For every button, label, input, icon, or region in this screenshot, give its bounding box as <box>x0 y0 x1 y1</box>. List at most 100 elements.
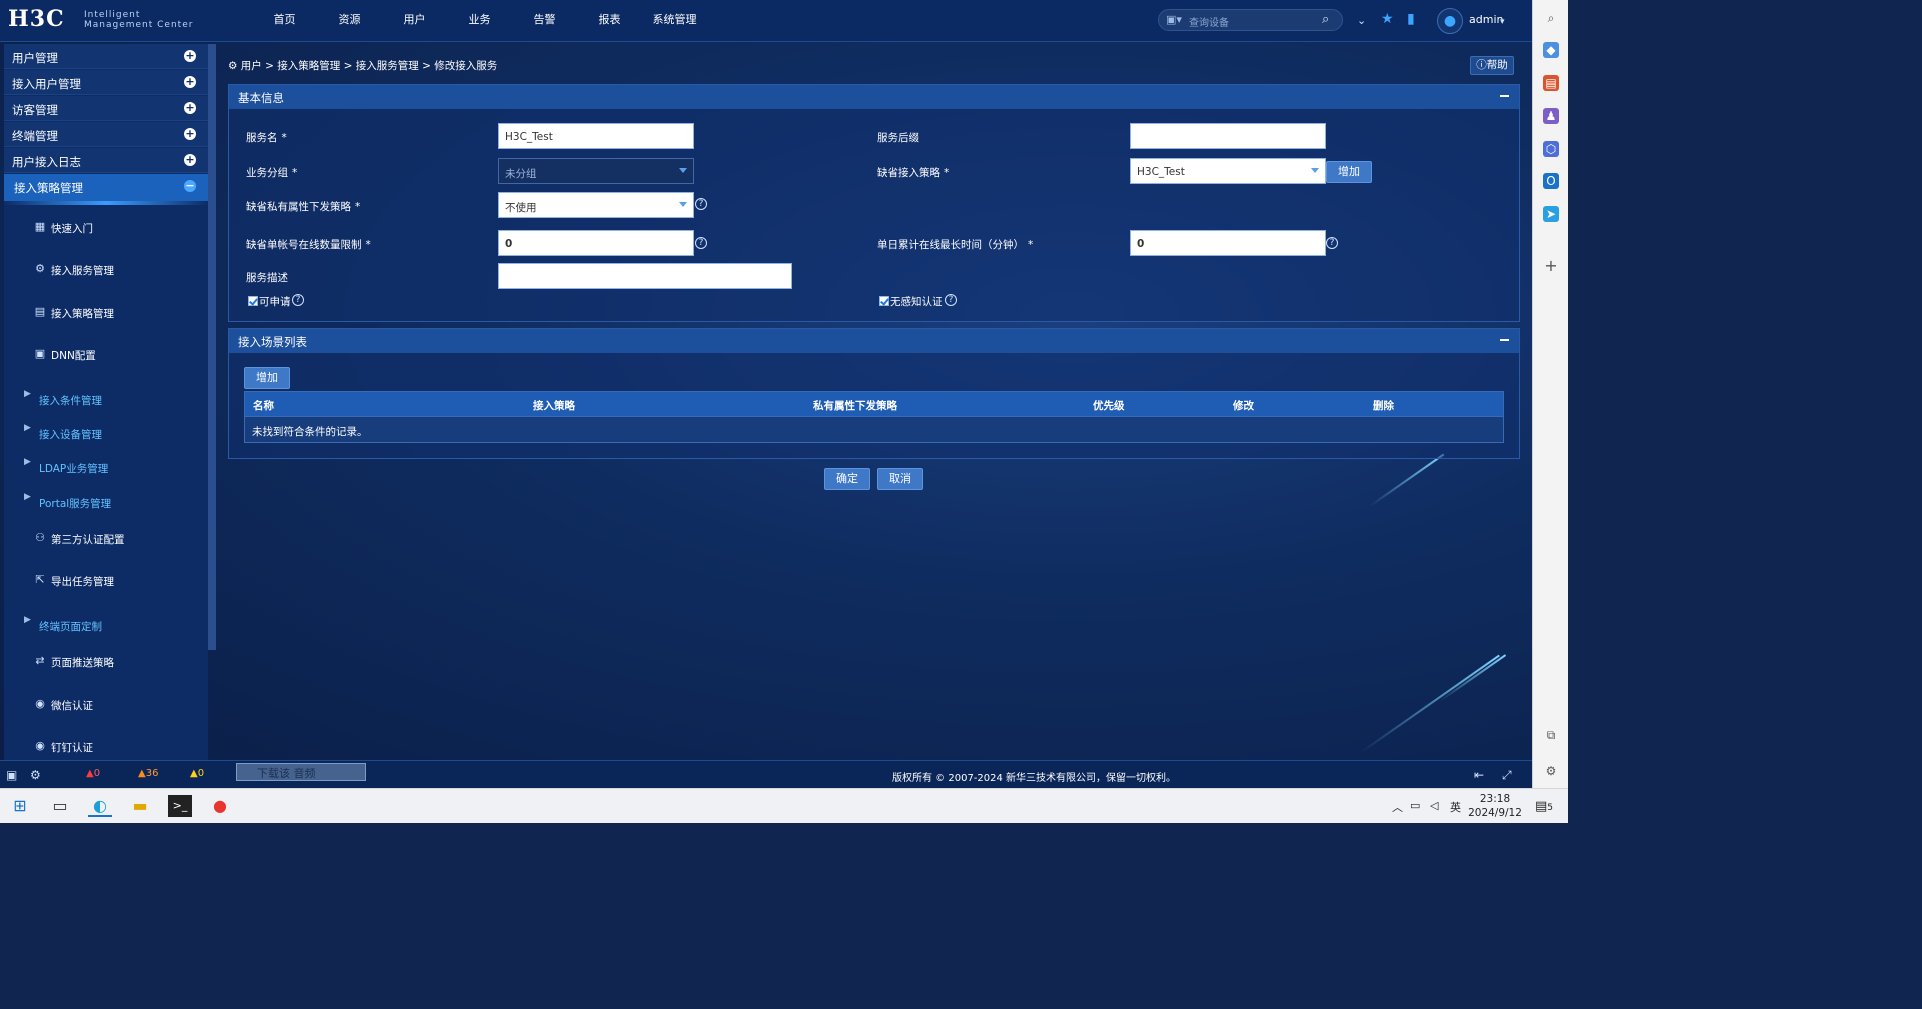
nav-user[interactable]: 用户 <box>382 0 447 42</box>
add-policy-button[interactable]: 增加 <box>1326 161 1372 183</box>
window-icon[interactable]: ▣ <box>6 767 17 783</box>
sidebar-sub-access-policy[interactable]: ▤ 接入策略管理 <box>4 302 208 326</box>
alert-critical[interactable]: ▲0 <box>86 768 100 779</box>
col-policy[interactable]: 接入策略 <box>533 398 575 413</box>
sidebar-sub-access-device[interactable]: ▶ 接入设备管理 <box>4 420 208 444</box>
expand-arrow-icon[interactable]: ▶ <box>24 492 31 502</box>
toolbox-icon[interactable]: ▤ <box>1543 75 1559 91</box>
send-icon[interactable]: ➤ <box>1543 206 1559 222</box>
device-type-icon[interactable]: ▣▾ <box>1166 12 1182 28</box>
sidebar-item-guest[interactable]: 访客管理 + <box>4 96 208 121</box>
breadcrumb-item[interactable]: 用户 <box>241 60 262 72</box>
nav-report[interactable]: 报表 <box>577 0 642 42</box>
app-icon[interactable]: ● <box>208 795 232 817</box>
copilot-icon[interactable]: ⬡ <box>1543 141 1559 157</box>
screen-capture-icon[interactable]: ⧉ <box>1543 727 1559 743</box>
help-question-icon[interactable]: ? <box>1326 237 1338 249</box>
minimize-icon[interactable] <box>1500 339 1509 341</box>
sidebar-item-access-policy[interactable]: 接入策略管理 − <box>4 174 208 202</box>
sidebar-sub-portal[interactable]: ▶ Portal服务管理 <box>4 489 208 513</box>
search-icon[interactable]: ⌕ <box>1322 12 1329 28</box>
help-question-icon[interactable]: ? <box>695 237 707 249</box>
expand-arrow-icon[interactable]: ▶ <box>24 389 31 399</box>
edge-icon[interactable]: ◐ <box>88 795 112 817</box>
favorite-star-icon[interactable]: ★ <box>1381 11 1394 27</box>
alert-minor[interactable]: ▲0 <box>190 768 204 779</box>
nav-home[interactable]: 首页 <box>252 0 317 42</box>
default-policy-select[interactable]: H3C_Test <box>1130 158 1326 184</box>
applicable-checkbox[interactable] <box>248 296 258 306</box>
sidebar-item-access-user[interactable]: 接入用户管理 + <box>4 70 208 95</box>
user-menu-caret-icon[interactable]: ▾ <box>1500 14 1505 30</box>
device-search[interactable]: ▣▾ 查询设备 ⌕ <box>1158 9 1343 31</box>
online-limit-input[interactable]: 0 <box>498 230 694 256</box>
terminal-icon[interactable]: >_ <box>168 795 192 817</box>
collapse-icon[interactable]: − <box>184 180 196 192</box>
sidebar-sub-dingtalk[interactable]: ◉ 钉钉认证 <box>4 736 208 760</box>
cancel-button[interactable]: 取消 <box>877 468 923 490</box>
sidebar-sub-quick-start[interactable]: ▦ 快速入门 <box>4 217 208 241</box>
download-audio-bar[interactable]: 下载该 音频 <box>236 763 366 781</box>
expand-arrow-icon[interactable]: ▶ <box>24 457 31 467</box>
nav-resource[interactable]: 资源 <box>317 0 382 42</box>
private-attr-select[interactable]: 不使用 <box>498 192 694 218</box>
sidebar-scrollbar[interactable] <box>208 44 216 650</box>
help-question-icon[interactable]: ? <box>292 294 304 306</box>
add-icon[interactable]: + <box>1543 258 1559 274</box>
expand-icon[interactable]: ⤢ <box>1502 767 1512 783</box>
sidebar-sub-dnn[interactable]: ▣ DNN配置 <box>4 344 208 368</box>
expand-icon[interactable]: + <box>184 154 196 166</box>
search-icon[interactable]: ⌕ <box>1543 10 1559 26</box>
col-priority[interactable]: 优先级 <box>1093 398 1125 413</box>
settings-icon[interactable]: ⚙ <box>30 767 41 783</box>
service-name-input[interactable]: H3C_Test <box>498 123 694 149</box>
chevron-down-icon[interactable]: ⌄ <box>1357 13 1366 29</box>
search-input[interactable]: 查询设备 <box>1189 14 1229 29</box>
clock[interactable]: 23:18 2024/9/12 <box>1468 792 1522 820</box>
sidebar-sub-wechat[interactable]: ◉ 微信认证 <box>4 694 208 718</box>
expand-arrow-icon[interactable]: ▶ <box>24 615 31 625</box>
restore-icon[interactable]: ⇤ <box>1474 767 1484 783</box>
add-scene-button[interactable]: 增加 <box>244 367 290 389</box>
tag-icon[interactable]: ◆ <box>1543 42 1559 58</box>
sidebar-sub-terminal-page[interactable]: ▶ 终端页面定制 <box>4 612 208 636</box>
volume-icon[interactable]: ◁ <box>1430 799 1438 812</box>
start-icon[interactable]: ⊞ <box>8 795 32 817</box>
daily-time-input[interactable]: 0 <box>1130 230 1326 256</box>
sidebar-sub-third-party[interactable]: ⚇ 第三方认证配置 <box>4 528 208 552</box>
sidebar-sub-export[interactable]: ⇱ 导出任务管理 <box>4 570 208 594</box>
network-icon[interactable]: ▭ <box>1410 799 1420 812</box>
minimize-icon[interactable] <box>1500 95 1509 97</box>
bookmark-icon[interactable]: ▮ <box>1407 11 1415 27</box>
expand-icon[interactable]: + <box>184 50 196 62</box>
sidebar-sub-access-service[interactable]: ⚙ 接入服务管理 <box>4 259 208 283</box>
expand-icon[interactable]: + <box>184 128 196 140</box>
ok-button[interactable]: 确定 <box>824 468 870 490</box>
gear-icon[interactable]: ⚙ <box>1543 763 1559 779</box>
nav-system[interactable]: 系统管理 <box>642 0 707 42</box>
task-view-icon[interactable]: ▭ <box>48 795 72 817</box>
username[interactable]: admin <box>1469 13 1503 26</box>
file-explorer-icon[interactable]: ▬ <box>128 795 152 817</box>
nav-service[interactable]: 业务 <box>447 0 512 42</box>
nonaware-checkbox[interactable] <box>879 296 889 306</box>
description-input[interactable] <box>498 263 792 289</box>
nav-alarm[interactable]: 告警 <box>512 0 577 42</box>
breadcrumb-item[interactable]: 接入策略管理 <box>277 60 340 72</box>
breadcrumb-item[interactable]: 接入服务管理 <box>356 60 419 72</box>
alert-major[interactable]: ▲36 <box>138 768 158 779</box>
expand-icon[interactable]: + <box>184 76 196 88</box>
col-private-attr[interactable]: 私有属性下发策略 <box>813 398 897 413</box>
expand-arrow-icon[interactable]: ▶ <box>24 423 31 433</box>
help-question-icon[interactable]: ? <box>695 198 707 210</box>
sidebar-sub-page-push[interactable]: ⇄ 页面推送策略 <box>4 651 208 675</box>
sidebar-sub-access-condition[interactable]: ▶ 接入条件管理 <box>4 386 208 410</box>
sidebar-item-access-log[interactable]: 用户接入日志 + <box>4 148 208 173</box>
col-name[interactable]: 名称 <box>253 398 274 413</box>
avatar[interactable]: ● <box>1437 8 1463 34</box>
tray-chevron-icon[interactable]: ︿ <box>1392 799 1403 815</box>
help-button[interactable]: ⓘ帮助 <box>1470 56 1514 75</box>
expand-icon[interactable]: + <box>184 102 196 114</box>
outlook-icon[interactable]: O <box>1543 173 1559 189</box>
notification-icon[interactable]: ▤5 <box>1535 799 1553 814</box>
